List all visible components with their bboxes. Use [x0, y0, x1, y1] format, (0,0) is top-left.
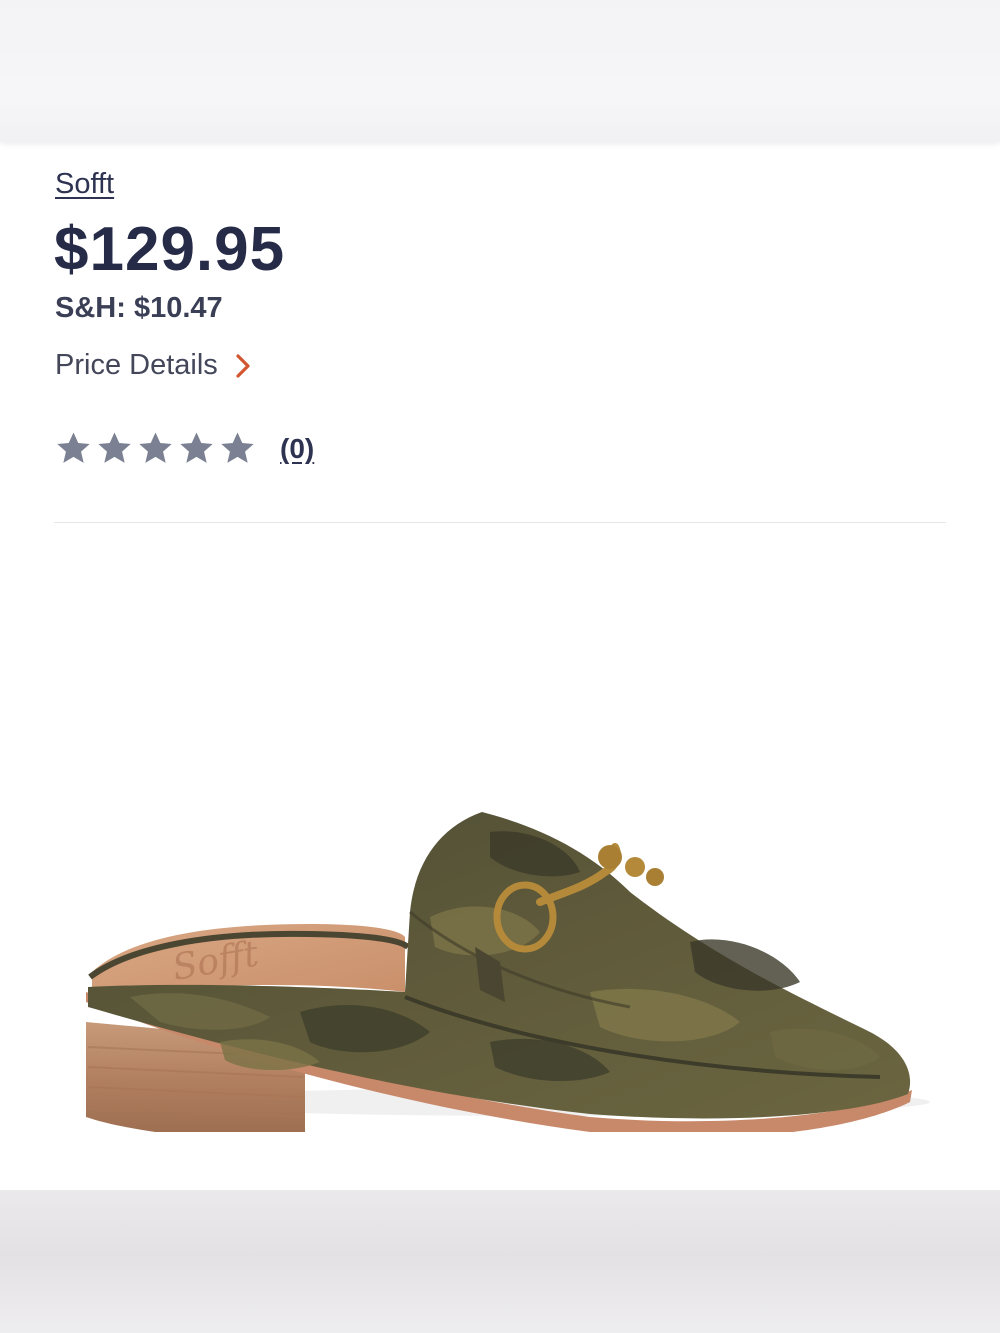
chevron-right-icon — [236, 353, 250, 378]
star-icon — [98, 432, 131, 463]
product-page: Sofft $129.95 S&H: $10.47 Price Details … — [0, 0, 1000, 1333]
rating-row: (0) — [55, 430, 314, 467]
header-blurred — [0, 0, 1000, 142]
star-icon — [180, 432, 213, 463]
star-icon — [221, 432, 254, 463]
star-rating[interactable] — [55, 430, 256, 467]
brand-link[interactable]: Sofft — [55, 168, 114, 201]
star-icon — [139, 432, 172, 463]
footer-blurred — [0, 1190, 1000, 1333]
product-card: Sofft $129.95 S&H: $10.47 Price Details … — [0, 142, 1000, 1190]
price-details-label: Price Details — [55, 349, 218, 381]
product-image[interactable]: Sofft — [70, 662, 930, 1132]
shipping-handling: S&H: $10.47 — [55, 292, 223, 324]
divider — [54, 522, 946, 523]
price-details-link[interactable]: Price Details — [55, 349, 256, 382]
product-price: $129.95 — [54, 215, 286, 284]
review-count-link[interactable]: (0) — [280, 433, 314, 465]
star-icon — [57, 432, 90, 463]
